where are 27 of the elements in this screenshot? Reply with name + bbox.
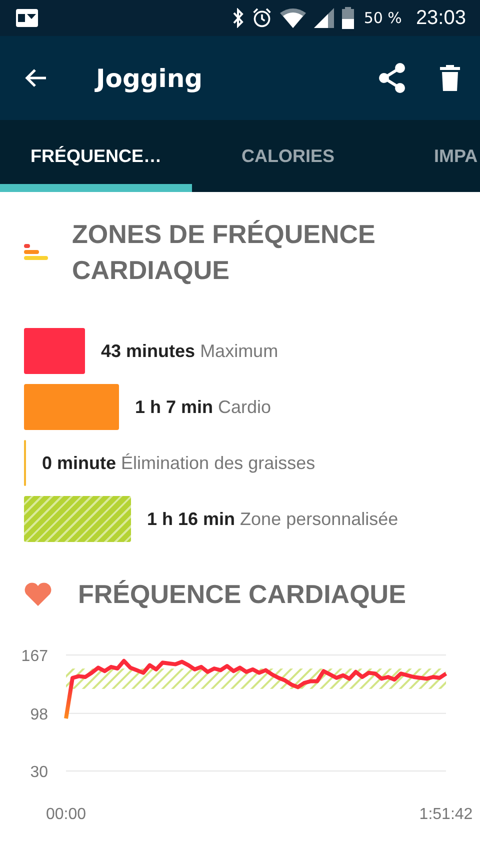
heart-icon (24, 582, 52, 606)
zone-label: 0 minute Élimination des graisses (42, 452, 316, 474)
battery-icon (342, 7, 354, 29)
section-title: FRÉQUENCE CARDIAQUE (78, 578, 406, 611)
zone-label: 1 h 7 min Cardio (135, 396, 272, 418)
zone-label: 1 h 16 min Zone personnalisée (147, 508, 398, 530)
bluetooth-icon (232, 8, 244, 28)
zone-label: 43 minutes Maximum (101, 340, 278, 362)
y-axis-label: 167 (21, 648, 48, 665)
battery-percentage: 50 % (364, 9, 402, 27)
y-axis-label: 98 (30, 706, 48, 724)
x-axis-label: 1:51:42 (419, 806, 473, 823)
share-icon (378, 63, 406, 93)
alarm-icon (252, 8, 272, 28)
x-axis-label: 00:00 (46, 806, 86, 823)
trash-icon (440, 65, 460, 91)
mail-app-icon (16, 9, 38, 27)
tab[interactable]: CALORIES (192, 120, 384, 192)
screen-title: Jogging (96, 64, 203, 92)
wifi-icon (280, 8, 306, 28)
clock-time: 23:03 (416, 6, 466, 30)
signal-icon (314, 8, 334, 28)
section-title: ZONES DE FRÉQUENCE CARDIAQUE (72, 218, 376, 287)
tab[interactable]: IMPA (432, 120, 478, 192)
y-axis-label: 30 (30, 764, 48, 781)
zones-icon (24, 244, 48, 262)
tab[interactable]: FRÉQUENCE… (0, 120, 192, 192)
